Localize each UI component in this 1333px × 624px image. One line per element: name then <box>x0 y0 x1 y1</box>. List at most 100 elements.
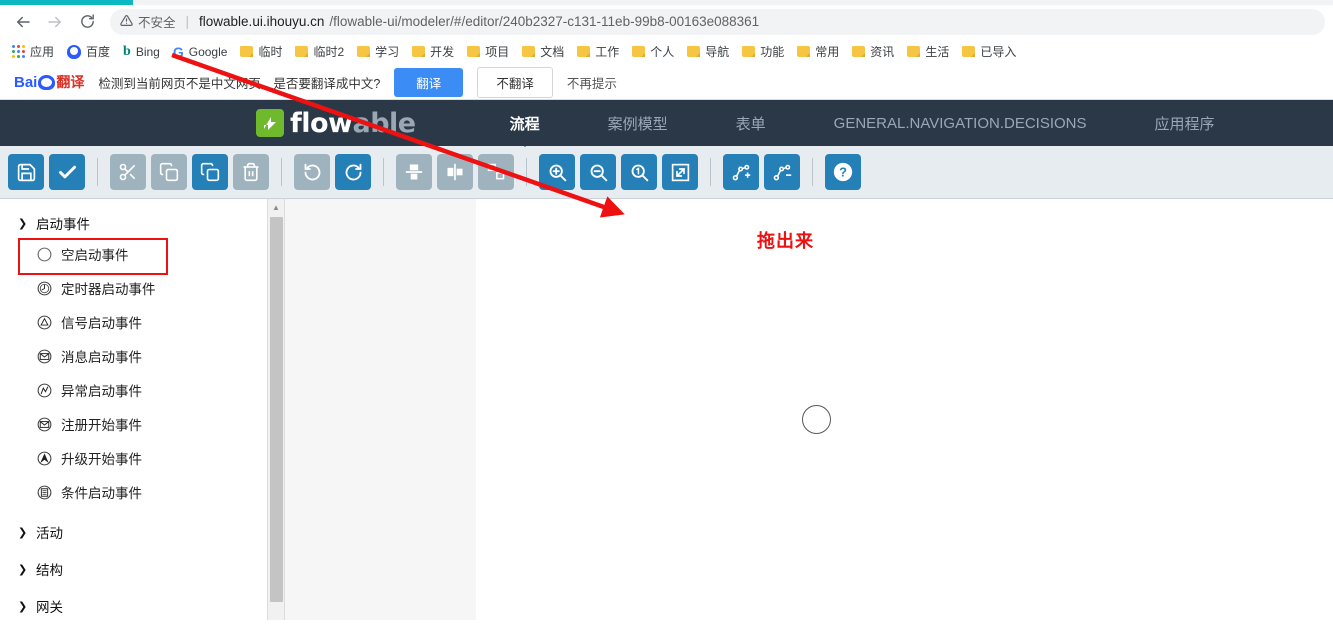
google-icon: G <box>172 43 184 60</box>
folder-icon <box>687 46 701 57</box>
escalation-start-event-icon <box>36 450 53 467</box>
bookmark-folder-daohang[interactable]: 导航 <box>681 40 735 63</box>
folder-icon <box>962 46 976 57</box>
cut-button[interactable] <box>110 154 146 190</box>
redo-button[interactable] <box>294 154 330 190</box>
error-start-event-icon <box>36 382 53 399</box>
add-bendpoint-button[interactable] <box>723 154 759 190</box>
bookmark-label: 功能 <box>760 45 785 59</box>
folder-icon <box>632 46 646 57</box>
baidu-logo-text: Bai <box>14 73 38 91</box>
palette-item-label: 定时器启动事件 <box>61 282 156 297</box>
scrollbar-thumb[interactable] <box>270 217 283 602</box>
palette-item-label: 信号启动事件 <box>61 316 142 331</box>
bookmark-baidu[interactable]: 百度 <box>61 40 116 63</box>
security-label: 不安全 <box>138 16 176 30</box>
bookmark-folder-linshi2[interactable]: 临时2 <box>289 40 350 63</box>
baidu-icon <box>67 44 82 59</box>
no-translate-button[interactable]: 不翻译 <box>477 66 553 98</box>
undo-button[interactable] <box>335 154 371 190</box>
forward-arrow-icon[interactable] <box>40 8 70 36</box>
reload-icon[interactable] <box>72 8 102 36</box>
bookmark-folder-wendang[interactable]: 文档 <box>516 40 570 63</box>
bookmark-google[interactable]: G Google <box>167 41 234 63</box>
zoom-in-button[interactable] <box>539 154 575 190</box>
nav-item-case-models[interactable]: 案例模型 <box>574 100 702 146</box>
bookmark-folder-xuexi[interactable]: 学习 <box>351 40 405 63</box>
nav-item-processes[interactable]: 流程 <box>476 100 574 146</box>
palette-group-label: 启动事件 <box>36 217 90 232</box>
bookmark-apps[interactable]: 应用 <box>6 40 60 63</box>
bookmark-label: Google <box>188 44 228 59</box>
palette-item-registration-start-event[interactable]: 注册开始事件 <box>0 407 284 441</box>
svg-text:?: ? <box>839 165 847 180</box>
never-prompt-link[interactable]: 不再提示 <box>567 73 617 92</box>
palette-item-escalation-start-event[interactable]: 升级开始事件 <box>0 441 284 475</box>
flowable-logo[interactable]: flowable <box>256 108 416 139</box>
address-bar[interactable]: 不安全 | flowable.ui.ihouyu.cn/flowable-ui/… <box>110 8 1325 35</box>
bookmark-label: 百度 <box>86 45 111 59</box>
align-horizontal-button[interactable] <box>437 154 473 190</box>
apps-grid-icon <box>12 45 25 58</box>
palette-item-error-start-event[interactable]: 异常启动事件 <box>0 373 284 407</box>
registration-start-event-icon <box>36 416 53 433</box>
back-arrow-icon[interactable] <box>8 8 38 36</box>
palette-group-start-events[interactable]: ❯ 启动事件 <box>0 209 284 237</box>
palette-item-signal-start-event[interactable]: 信号启动事件 <box>0 305 284 339</box>
bookmark-folder-zixun[interactable]: 资讯 <box>846 40 900 63</box>
bookmark-folder-geren[interactable]: 个人 <box>626 40 680 63</box>
bing-icon: b <box>123 43 131 59</box>
bookmark-folder-yidaoru[interactable]: 已导入 <box>956 40 1022 63</box>
toolbar-divider <box>97 158 98 186</box>
remove-bendpoint-button[interactable] <box>764 154 800 190</box>
same-size-button[interactable] <box>478 154 514 190</box>
palette-group-gateways[interactable]: ❯ 网关 <box>0 592 284 620</box>
bookmark-folder-shenghuo[interactable]: 生活 <box>901 40 955 63</box>
paste-button[interactable] <box>192 154 228 190</box>
copy-button[interactable] <box>151 154 187 190</box>
process-canvas[interactable]: 拖出来 <box>476 199 1333 620</box>
palette-item-label: 异常启动事件 <box>61 384 142 399</box>
brand-first: flow <box>290 107 353 139</box>
zoom-fit-button[interactable] <box>662 154 698 190</box>
bookmark-folder-xiangmu[interactable]: 项目 <box>461 40 515 63</box>
save-button[interactable] <box>8 154 44 190</box>
bookmark-label: 文档 <box>540 45 565 59</box>
zoom-out-button[interactable] <box>580 154 616 190</box>
bookmark-folder-changyong[interactable]: 常用 <box>791 40 845 63</box>
align-vertical-button[interactable] <box>396 154 432 190</box>
zoom-actual-button[interactable] <box>621 154 657 190</box>
nav-item-apps[interactable]: 应用程序 <box>1121 100 1249 146</box>
palette-item-label: 条件启动事件 <box>61 486 142 501</box>
palette-group-activities[interactable]: ❯ 活动 <box>0 518 284 546</box>
bookmark-folder-linshi[interactable]: 临时 <box>234 40 288 63</box>
validate-button[interactable] <box>49 154 85 190</box>
nav-item-forms[interactable]: 表单 <box>702 100 800 146</box>
palette-item-conditional-start-event[interactable]: 条件启动事件 <box>0 475 284 509</box>
delete-button[interactable] <box>233 154 269 190</box>
signal-start-event-icon <box>36 314 53 331</box>
app-navbar: flowable 流程 案例模型 表单 GENERAL.NAVIGATION.D… <box>0 100 1333 146</box>
chevron-right-icon: ❯ <box>18 600 28 613</box>
translate-button[interactable]: 翻译 <box>394 67 464 97</box>
bookmark-bing[interactable]: b Bing <box>117 41 166 63</box>
bookmark-label: 资讯 <box>870 45 895 59</box>
folder-icon <box>357 46 371 57</box>
nav-item-decisions[interactable]: GENERAL.NAVIGATION.DECISIONS <box>800 100 1121 146</box>
translate-prompt-bar: Bai 翻译 检测到当前网页不是中文网页，是否要翻译成中文? 翻译 不翻译 不再… <box>0 65 1333 100</box>
canvas-start-event-shape[interactable] <box>802 405 831 434</box>
chevron-down-icon: ❯ <box>18 217 28 230</box>
scroll-up-arrow-icon[interactable]: ▲ <box>268 199 284 216</box>
palette-item-message-start-event[interactable]: 消息启动事件 <box>0 339 284 373</box>
bookmark-folder-gongzuo[interactable]: 工作 <box>571 40 625 63</box>
help-button[interactable]: ? <box>825 154 861 190</box>
bookmark-label: 项目 <box>485 45 510 59</box>
canvas-gutter <box>284 199 476 620</box>
palette-item-timer-start-event[interactable]: 定时器启动事件 <box>0 271 284 305</box>
folder-icon <box>295 46 309 57</box>
browser-toolbar: 不安全 | flowable.ui.ihouyu.cn/flowable-ui/… <box>0 5 1333 38</box>
bookmark-folder-kaifa[interactable]: 开发 <box>406 40 460 63</box>
palette-scrollbar[interactable]: ▲ <box>267 199 284 620</box>
bookmark-folder-gongneng[interactable]: 功能 <box>736 40 790 63</box>
palette-group-structural[interactable]: ❯ 结构 <box>0 555 284 583</box>
